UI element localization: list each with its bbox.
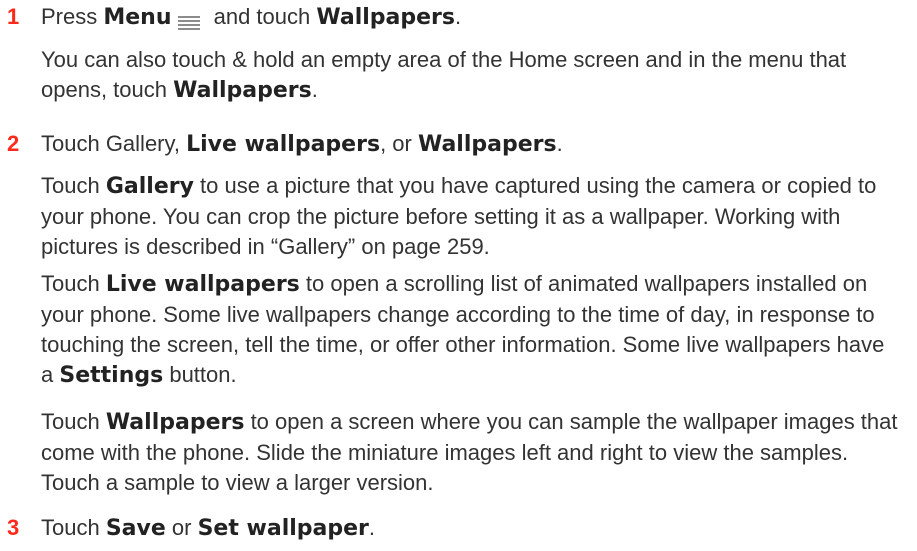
text-segment: Touch bbox=[41, 173, 106, 198]
text-segment: . bbox=[311, 77, 318, 102]
text-segment: button. bbox=[163, 362, 237, 387]
bold-term: Wallpapers bbox=[316, 5, 455, 30]
text-segment: Touch Gallery, bbox=[41, 131, 187, 156]
step-instruction: Press Menu and touch Wallpapers. bbox=[41, 2, 461, 33]
bold-term: Live wallpapers bbox=[186, 132, 381, 157]
step-number: 2 bbox=[7, 131, 20, 156]
bold-term: Live wallpapers bbox=[105, 272, 300, 297]
text-segment: Touch bbox=[41, 515, 106, 540]
bold-term: Save bbox=[105, 516, 166, 541]
bold-term: Set wallpaper bbox=[197, 516, 369, 541]
text-segment: . bbox=[368, 515, 376, 540]
step-2: 2 Touch Gallery, Live wallpapers, or Wal… bbox=[0, 129, 917, 159]
text-segment: , or bbox=[380, 131, 418, 156]
gallery-paragraph: Touch Gallery to use a picture that you … bbox=[41, 171, 901, 262]
text-segment: . bbox=[455, 4, 462, 29]
bold-term: Settings bbox=[59, 363, 164, 388]
instruction-page: 1 Press Menu and touch Wallpapers. You c… bbox=[0, 0, 917, 551]
step-number: 1 bbox=[7, 4, 20, 29]
bold-term: Wallpapers bbox=[417, 132, 557, 157]
menu-icon bbox=[177, 9, 200, 30]
step-number: 3 bbox=[7, 515, 20, 540]
step-instruction: Touch Gallery, Live wallpapers, or Wallp… bbox=[41, 129, 563, 160]
text-segment: You can also touch & hold an empty area … bbox=[41, 47, 847, 102]
text-segment: and touch bbox=[207, 4, 317, 29]
live-wallpapers-paragraph: Touch Live wallpapers to open a scrollin… bbox=[41, 269, 901, 391]
text-segment: . bbox=[556, 131, 563, 156]
bold-term: Wallpapers bbox=[173, 78, 312, 103]
step-instruction: Touch Save or Set wallpaper. bbox=[41, 513, 375, 544]
text-segment: or bbox=[165, 515, 198, 540]
step-1: 1 Press Menu and touch Wallpapers. bbox=[0, 2, 917, 32]
bold-term: Wallpapers bbox=[105, 410, 245, 435]
text-segment: Touch bbox=[41, 271, 106, 296]
bold-term: Menu bbox=[103, 5, 172, 30]
bold-term: Gallery bbox=[105, 174, 194, 199]
text-segment: Touch bbox=[41, 409, 106, 434]
wallpapers-paragraph: Touch Wallpapers to open a screen where … bbox=[41, 407, 901, 498]
step-1-note: You can also touch & hold an empty area … bbox=[41, 45, 901, 106]
text-segment: Press bbox=[41, 4, 104, 29]
step-3: 3 Touch Save or Set wallpaper. bbox=[0, 513, 917, 543]
